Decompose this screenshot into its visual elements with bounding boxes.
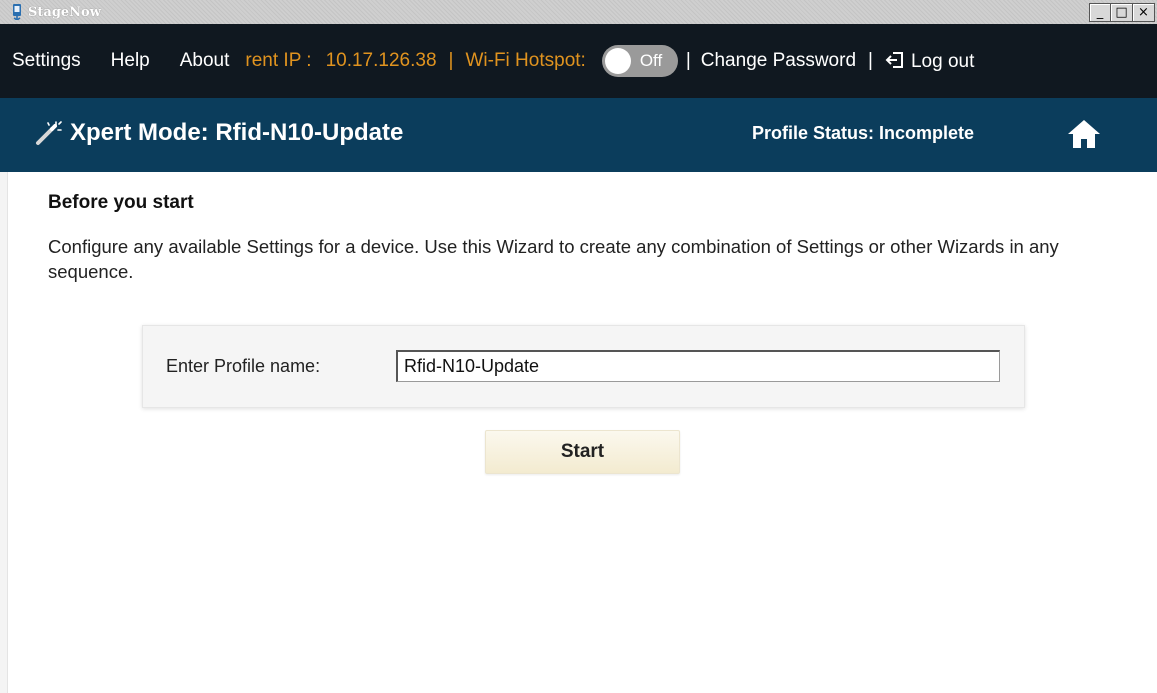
left-edge	[0, 172, 8, 693]
separator: |	[868, 50, 873, 71]
toggle-knob	[604, 48, 631, 74]
wifi-hotspot-label: Wi-Fi Hotspot:	[465, 50, 586, 71]
description: Configure any available Settings for a d…	[48, 236, 1059, 282]
section-title: Before you start	[48, 192, 194, 213]
menu-about[interactable]: About	[180, 50, 230, 72]
current-ip-label: rent IP :	[245, 50, 312, 71]
wifi-hotspot-toggle[interactable]: Off	[601, 45, 678, 77]
menu-bar: Settings Help About rent IP : 10.17.126.…	[0, 24, 1157, 98]
mode-title: Xpert Mode: Rfid-N10-Update	[70, 119, 404, 146]
window-title: StageNow	[28, 4, 101, 20]
mode-header: Xpert Mode: Rfid-N10-Update Profile Stat…	[0, 98, 1157, 172]
profile-name-label: Enter Profile name:	[166, 356, 321, 376]
minimize-button[interactable]: _	[1089, 3, 1111, 22]
start-button[interactable]: Start	[485, 430, 680, 474]
separator: |	[448, 50, 454, 71]
maximize-button[interactable]: □	[1111, 3, 1133, 22]
stagenow-app-icon	[13, 4, 21, 20]
logout-link[interactable]: Log out	[885, 50, 974, 73]
logout-label: Log out	[910, 50, 975, 72]
current-ip-value: 10.17.126.38	[325, 50, 437, 71]
separator: |	[685, 50, 691, 71]
wand-icon	[36, 121, 62, 145]
home-icon[interactable]	[1066, 118, 1102, 150]
change-password-link[interactable]: Change Password	[701, 50, 856, 72]
toggle-state-label: Off	[639, 51, 663, 70]
logout-icon	[885, 51, 903, 68]
window-controls: _ □ ×	[1089, 3, 1155, 22]
close-button[interactable]: ×	[1133, 3, 1155, 22]
window-title-bar: StageNow _ □ ×	[0, 0, 1157, 24]
menu-help[interactable]: Help	[111, 50, 150, 72]
menu-settings[interactable]: Settings	[12, 50, 81, 72]
profile-name-panel: Enter Profile name:	[142, 325, 1025, 408]
profile-name-input[interactable]	[396, 350, 1000, 382]
profile-status: Profile Status: Incomplete	[752, 123, 975, 143]
